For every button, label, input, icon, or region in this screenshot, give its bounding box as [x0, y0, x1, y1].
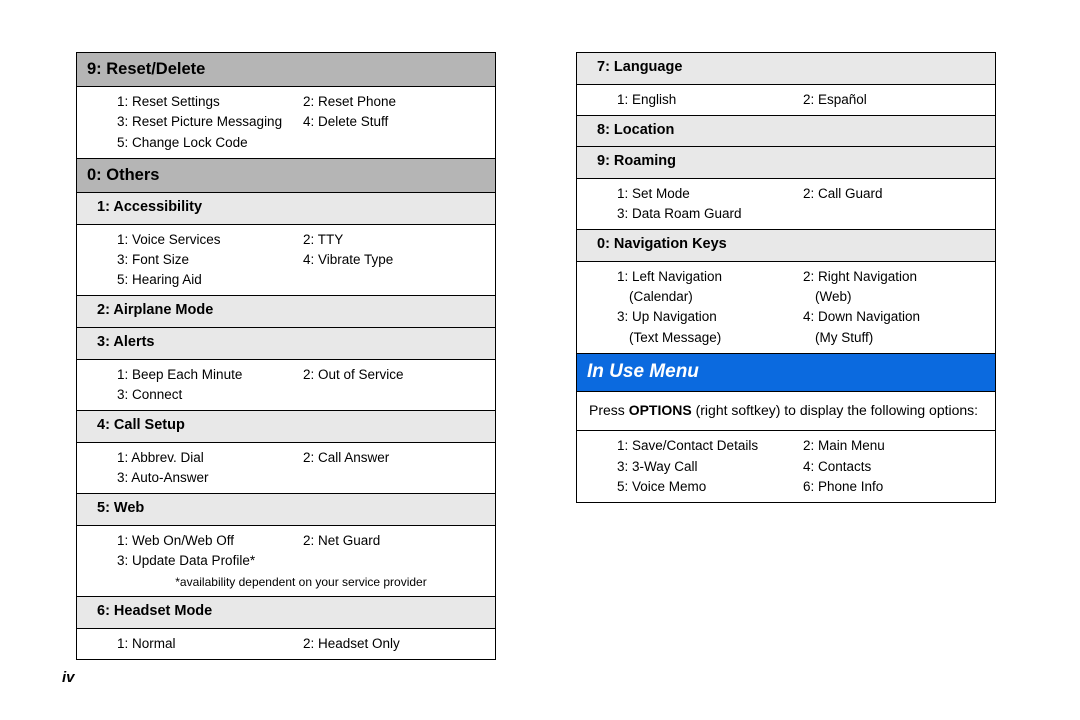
list-item: 3: 3-Way Call — [617, 458, 799, 476]
menu-table-left: 9: Reset/Delete 1: Reset Settings 2: Res… — [76, 52, 496, 660]
subsection-accessibility: 1: Accessibility — [77, 192, 495, 224]
list-item: 1: Save/Contact Details — [617, 437, 799, 455]
list-item: 2: Call Guard — [803, 185, 985, 203]
list-item: 4: Down Navigation — [803, 308, 985, 326]
subsection-call-setup: 4: Call Setup — [77, 410, 495, 442]
subsection-web: 5: Web — [77, 493, 495, 525]
list-item: 4: Delete Stuff — [303, 113, 485, 131]
list-item: 2: Call Answer — [303, 449, 485, 467]
list-item: 3: Connect — [117, 386, 299, 404]
list-item: 4: Contacts — [803, 458, 985, 476]
web-footnote: *availability dependent on your service … — [117, 570, 485, 590]
list-item: (Calendar) — [617, 288, 799, 306]
subsection-language: 7: Language — [577, 53, 995, 84]
list-item: 1: Left Navigation — [617, 268, 799, 286]
list-item: 2: Out of Service — [303, 366, 485, 384]
list-item: 6: Phone Info — [803, 478, 985, 496]
items-headset-mode: 1: Normal 2: Headset Only — [77, 628, 495, 659]
list-item: (Web) — [803, 288, 985, 306]
list-item — [303, 386, 485, 404]
subsection-location: 8: Location — [577, 115, 995, 147]
items-call-setup: 1: Abbrev. Dial 2: Call Answer 3: Auto-A… — [77, 442, 495, 493]
list-item: 4: Vibrate Type — [303, 251, 485, 269]
left-column: 9: Reset/Delete 1: Reset Settings 2: Res… — [76, 52, 496, 660]
page-number: iv — [62, 669, 75, 686]
items-web: 1: Web On/Web Off 2: Net Guard 3: Update… — [77, 525, 495, 597]
items-in-use: 1: Save/Contact Details 2: Main Menu 3: … — [577, 430, 995, 502]
items-language: 1: English 2: Español — [577, 84, 995, 115]
list-item: (Text Message) — [617, 329, 799, 347]
list-item — [303, 134, 485, 152]
subsection-alerts: 3: Alerts — [77, 327, 495, 359]
subsection-headset-mode: 6: Headset Mode — [77, 596, 495, 628]
items-roaming: 1: Set Mode 2: Call Guard 3: Data Roam G… — [577, 178, 995, 229]
section-in-use-menu: In Use Menu — [577, 353, 995, 392]
items-reset-delete: 1: Reset Settings 2: Reset Phone 3: Rese… — [77, 86, 495, 158]
subsection-roaming: 9: Roaming — [577, 146, 995, 178]
items-navigation-keys: 1: Left Navigation 2: Right Navigation (… — [577, 261, 995, 353]
subsection-navigation-keys: 0: Navigation Keys — [577, 229, 995, 261]
right-column: 7: Language 1: English 2: Español 8: Loc… — [576, 52, 996, 660]
list-item: 1: Set Mode — [617, 185, 799, 203]
section-reset-delete: 9: Reset/Delete — [77, 53, 495, 86]
list-item — [303, 271, 485, 289]
list-item: 3: Font Size — [117, 251, 299, 269]
list-item: 5: Change Lock Code — [117, 134, 299, 152]
list-item: 1: Web On/Web Off — [117, 532, 299, 550]
list-item: 1: Beep Each Minute — [117, 366, 299, 384]
list-item: 3: Reset Picture Messaging — [117, 113, 299, 131]
list-item: 2: Net Guard — [303, 532, 485, 550]
list-item: 2: TTY — [303, 231, 485, 249]
in-use-note: Press OPTIONS (right softkey) to display… — [577, 391, 995, 430]
note-text-bold: OPTIONS — [629, 402, 692, 418]
list-item: 3: Data Roam Guard — [617, 205, 799, 223]
list-item: 5: Voice Memo — [617, 478, 799, 496]
subsection-airplane-mode: 2: Airplane Mode — [77, 295, 495, 327]
section-others: 0: Others — [77, 158, 495, 192]
list-item: 1: Abbrev. Dial — [117, 449, 299, 467]
items-alerts: 1: Beep Each Minute 2: Out of Service 3:… — [77, 359, 495, 410]
list-item: 2: Headset Only — [303, 635, 485, 653]
list-item — [303, 552, 485, 570]
list-item: 1: Reset Settings — [117, 93, 299, 111]
list-item: 1: English — [617, 91, 799, 109]
list-item: 3: Up Navigation — [617, 308, 799, 326]
note-text-post: (right softkey) to display the following… — [692, 402, 978, 418]
list-item: (My Stuff) — [803, 329, 985, 347]
list-item: 1: Voice Services — [117, 231, 299, 249]
list-item — [303, 469, 485, 487]
list-item: 2: Español — [803, 91, 985, 109]
list-item: 3: Update Data Profile* — [117, 552, 299, 570]
note-text-pre: Press — [589, 402, 629, 418]
list-item: 2: Main Menu — [803, 437, 985, 455]
list-item: 5: Hearing Aid — [117, 271, 299, 289]
items-accessibility: 1: Voice Services 2: TTY 3: Font Size 4:… — [77, 224, 495, 296]
list-item: 2: Right Navigation — [803, 268, 985, 286]
list-item: 3: Auto-Answer — [117, 469, 299, 487]
list-item: 1: Normal — [117, 635, 299, 653]
menu-table-right: 7: Language 1: English 2: Español 8: Loc… — [576, 52, 996, 503]
list-item — [803, 205, 985, 223]
list-item: 2: Reset Phone — [303, 93, 485, 111]
